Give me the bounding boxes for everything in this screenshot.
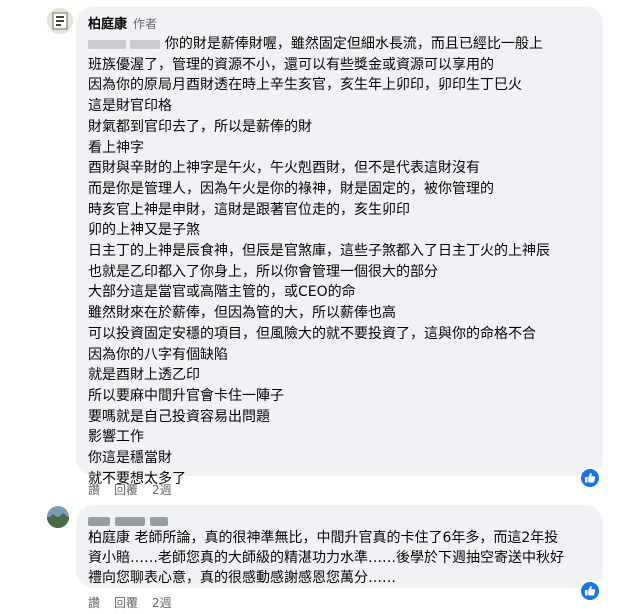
like-reaction-badge[interactable]	[579, 580, 601, 602]
comment-line: 柏庭康 老師所論，真的很神準無比，中間升官真的卡住了6年多，而這2年投	[88, 530, 559, 546]
comment-line: 所以要麻中間升官會卡住一陣子	[88, 387, 284, 404]
comment-line: 也就是乙印都入了你身上，所以你會管理一個很大的部分	[88, 263, 438, 280]
redacted-name	[150, 517, 169, 526]
comment-line: 大部分這是當官或高階主管的，或CEO的命	[88, 284, 356, 301]
comment-line: 雖然財來在於薪俸，但因為管的大，所以薪俸也高	[88, 305, 396, 322]
comment-line: 資小賠……老師您真的大師級的精湛功力水準……後學於下週抽空寄送中秋好	[88, 550, 564, 566]
thumbs-up-icon	[585, 472, 596, 483]
reply-button[interactable]: 回覆	[114, 483, 138, 497]
reply-bubble: 柏庭康 老師所論，真的很神準無比，中間升官真的卡住了6年多，而這2年投 資小賠……	[76, 505, 603, 588]
avatar-image	[47, 8, 73, 34]
timestamp[interactable]: 2週	[152, 483, 172, 497]
like-reaction-badge[interactable]	[579, 467, 601, 489]
comment-line: 禮向您聊表心意，真的很感動感謝感恩您萬分……	[88, 570, 396, 586]
redacted-name	[88, 517, 110, 526]
comment-body: 你的財是薪俸財喔，雖然固定但細水長流，而且已經比一般上 班族優渥了，管理的資源不…	[88, 34, 591, 489]
reply-actions: 讚回覆 2週	[88, 594, 186, 611]
timestamp[interactable]: 2週	[152, 596, 172, 610]
like-button[interactable]: 讚	[88, 483, 100, 497]
comment-line: 日主丁的上神是辰食神，但辰是官煞庫，這些子煞都入了日主丁火的上神辰	[88, 243, 550, 260]
comment-line: 你這是穩當財	[88, 450, 172, 467]
comment-line: 可以投資固定安穩的項目，但風險大的就不要投資了，這與你的命格不合	[88, 325, 536, 342]
comment-line: 財氣都到官印去了，所以是薪俸的財	[88, 118, 312, 135]
comment-line: 這是財官印格	[88, 98, 172, 115]
comment-line: 時亥官上神是申財，這財是跟著官位走的，亥生卯印	[88, 201, 410, 218]
redacted-name	[115, 517, 146, 526]
comment-line: 要嗎就是自己投資容易出問題	[88, 408, 270, 425]
comment-line: 而是你是管理人，因為午火是你的祿神，財是固定的，被你管理的	[88, 180, 494, 197]
comment-line: 你的財是薪俸財喔，雖然固定但細水長流，而且已經比一般上	[88, 34, 591, 55]
comment-line: 卯的上神又是子煞	[88, 222, 200, 239]
comment-actions: 讚回覆 2週	[88, 481, 186, 498]
comment-line: 看上神字	[88, 139, 144, 156]
author-avatar[interactable]	[47, 8, 73, 34]
comment-line: 班族優渥了，管理的資源不小，還可以有些獎金或資源可以享用的	[88, 56, 494, 73]
reply-body: 柏庭康 老師所論，真的很神準無比，中間升官真的卡住了6年多，而這2年投 資小賠……	[88, 528, 591, 588]
comment-author-name[interactable]: 柏庭康	[88, 17, 127, 32]
redacted-name	[88, 39, 126, 49]
comment-line: 因為你的八字有個缺陷	[88, 346, 228, 363]
redacted-name	[130, 39, 161, 49]
commenter-name[interactable]	[88, 511, 591, 527]
comment-bubble: 柏庭康 作者 你的財是薪俸財喔，雖然固定但細水長流，而且已經比一般上 班族優渥了，…	[76, 6, 603, 487]
avatar-image	[47, 506, 69, 528]
comment-line: 就是酉財上透乙印	[88, 367, 200, 384]
comment-line: 影響工作	[88, 429, 144, 446]
author-badge: 作者	[133, 17, 158, 31]
reply-button[interactable]: 回覆	[114, 596, 138, 610]
like-button[interactable]: 讚	[88, 596, 100, 610]
thumbs-up-icon	[585, 585, 596, 596]
comment-line: 酉財與辛財的上神字是午火，午火剋酉財，但不是代表這財沒有	[88, 160, 480, 177]
commenter-avatar[interactable]	[47, 506, 69, 528]
comment-line: 因為你的原局月酉財透在時上辛生亥官，亥生年上卯印，卯印生丁巳火	[88, 77, 522, 94]
